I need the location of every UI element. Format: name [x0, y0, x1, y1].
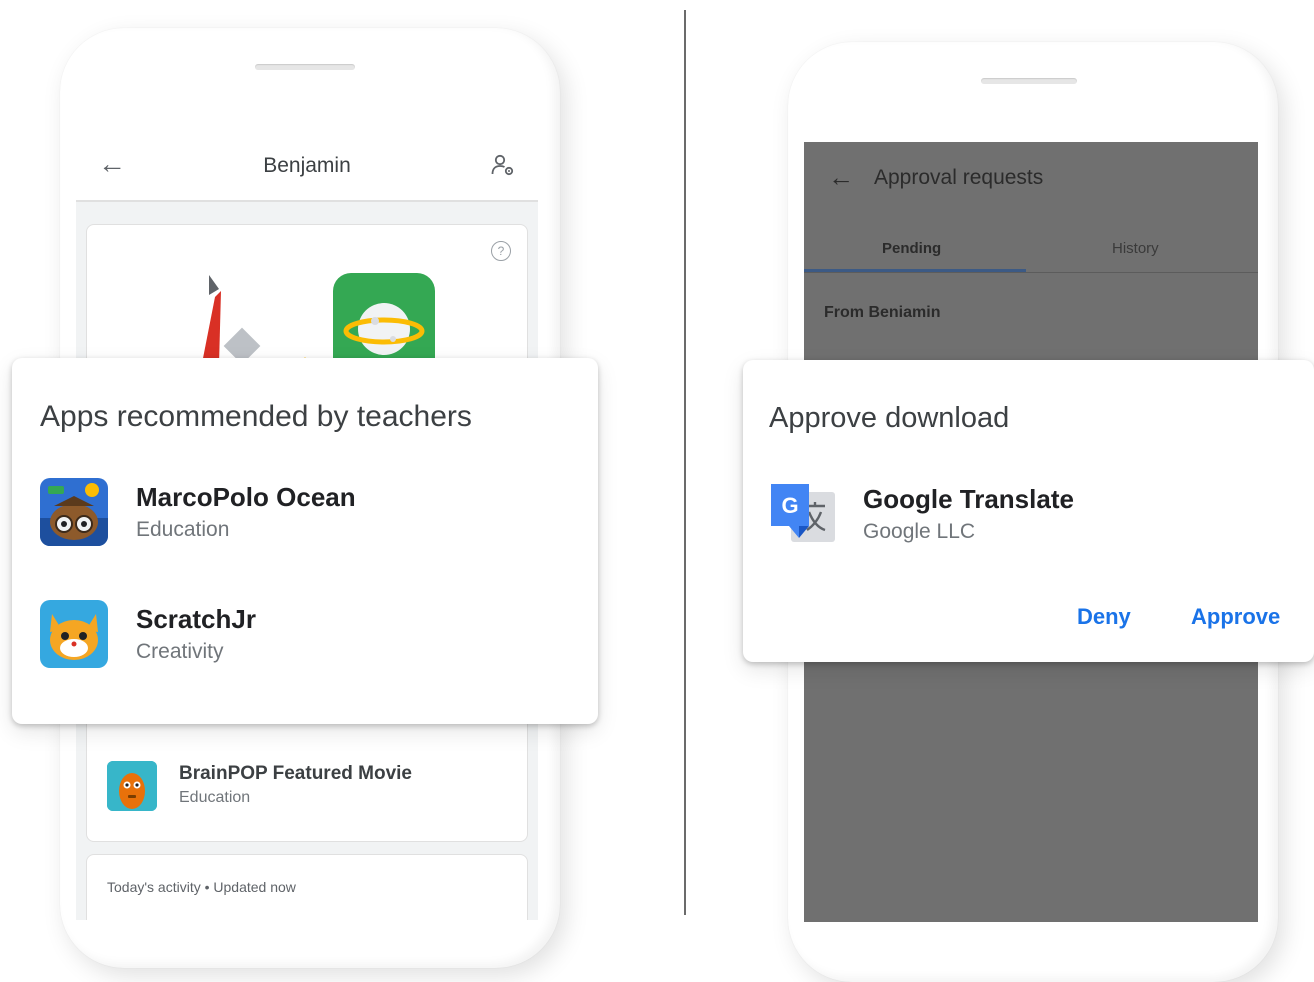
app-name: Google Translate: [863, 484, 1074, 514]
activity-card: Today's activity • Updated now: [86, 854, 528, 920]
phone-speaker: [255, 64, 355, 70]
tab-divider: [804, 272, 1258, 273]
tab-history[interactable]: History: [1112, 240, 1159, 257]
activity-status-text: Today's activity • Updated now: [107, 879, 296, 895]
app-category: Creativity: [136, 640, 224, 663]
app-name: ScratchJr: [136, 604, 256, 634]
brainpop-moby-icon: [107, 761, 157, 811]
deny-button[interactable]: Deny: [1077, 604, 1131, 630]
app-developer: Google LLC: [863, 520, 976, 543]
help-icon[interactable]: ?: [491, 241, 511, 261]
app-category: Education: [179, 789, 251, 806]
svg-text:G: G: [781, 493, 798, 518]
section-label: From Beniamin: [824, 304, 941, 321]
child-profile-app-bar: ← Benjamin: [76, 130, 538, 202]
approve-button[interactable]: Approve: [1191, 604, 1280, 630]
app-name: MarcoPolo Ocean: [136, 482, 356, 512]
recommended-apps-card: Apps recommended by teachers MarcoPolo O…: [12, 358, 598, 724]
selected-tab-indicator: [804, 269, 1026, 272]
profile-settings-icon[interactable]: [490, 152, 516, 183]
google-translate-icon: G: [771, 484, 837, 546]
app-row-scratchjr[interactable]: ScratchJr Creativity: [40, 600, 580, 672]
page-title: Approval requests: [874, 166, 1044, 189]
app-row-marcopolo[interactable]: MarcoPolo Ocean Education: [40, 478, 580, 550]
marcopolo-ocean-icon: [40, 478, 108, 546]
child-name-title: Benjamin: [263, 154, 351, 177]
card-heading: Apps recommended by teachers: [40, 400, 472, 433]
scratchjr-cat-icon: [40, 600, 108, 668]
approve-download-dialog: Approve download G Google Translate Goog…: [743, 360, 1314, 662]
phone-speaker: [981, 78, 1077, 84]
tab-pending[interactable]: Pending: [882, 240, 941, 257]
panel-divider: [684, 10, 686, 915]
dialog-heading: Approve download: [769, 402, 1010, 434]
app-name: BrainPOP Featured Movie: [179, 763, 412, 784]
app-category: Education: [136, 518, 230, 541]
back-arrow-icon[interactable]: ←: [828, 162, 854, 193]
